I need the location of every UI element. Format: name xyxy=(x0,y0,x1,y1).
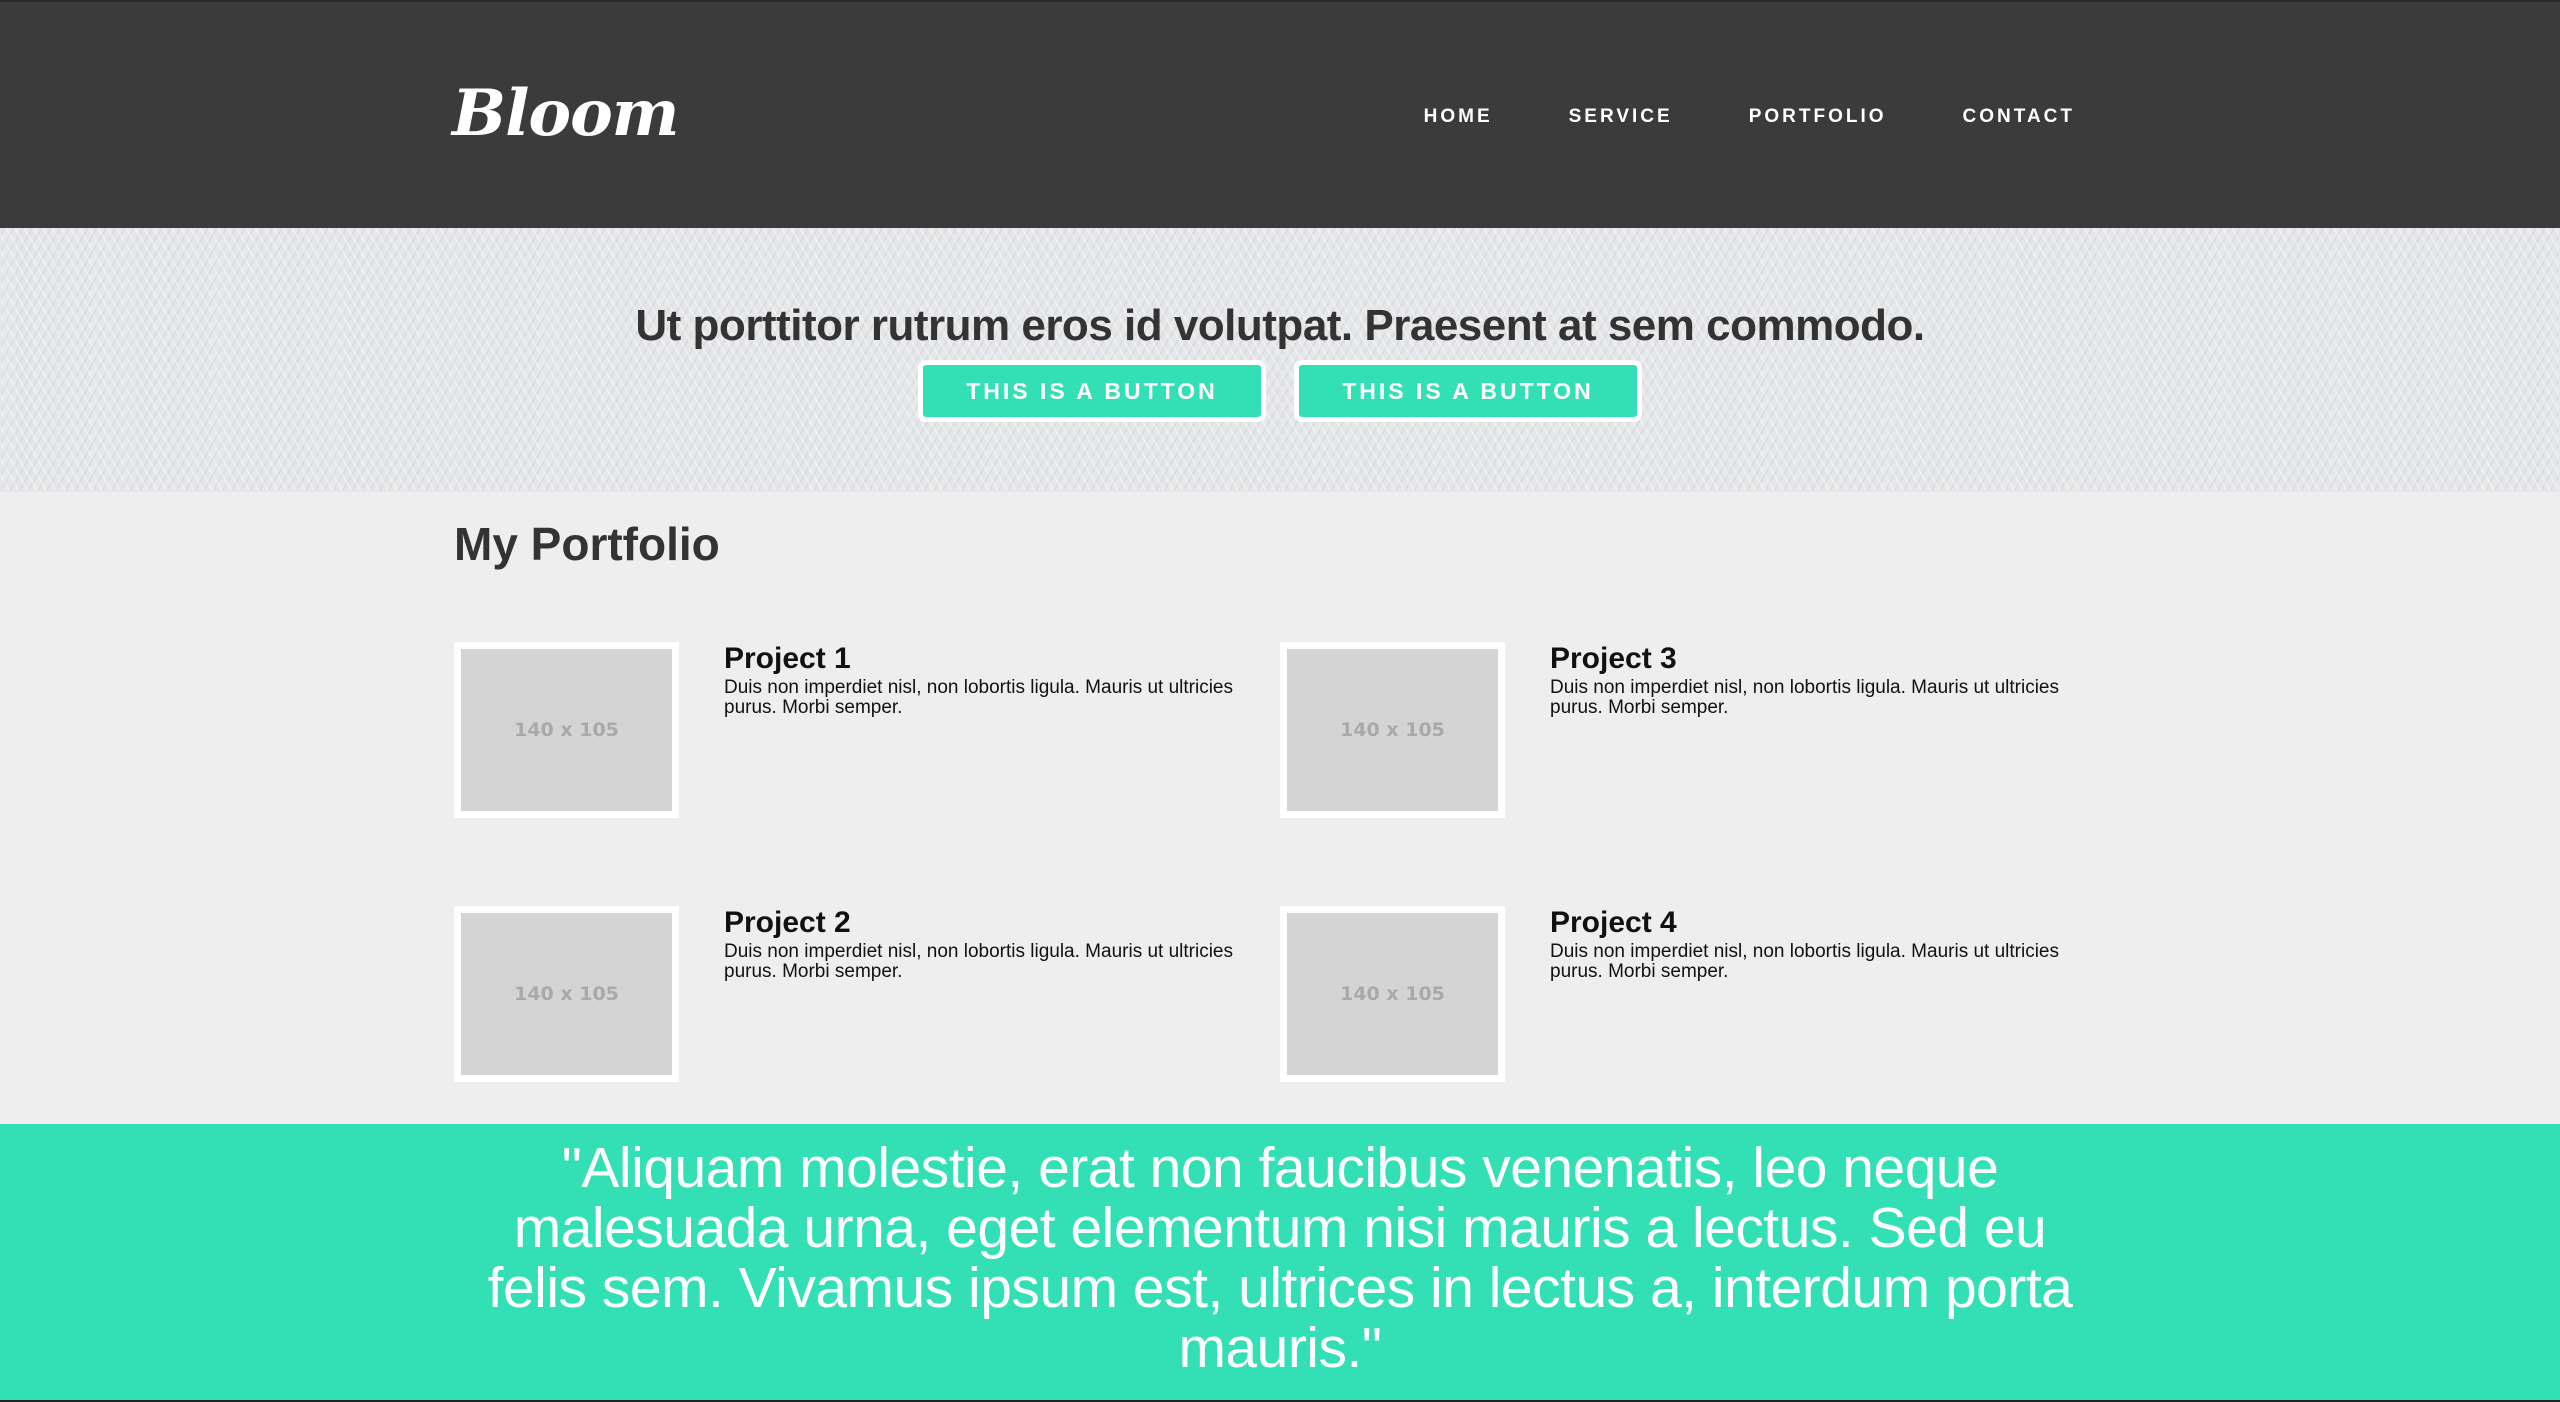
hero-button-secondary[interactable]: THIS IS A BUTTON xyxy=(1294,360,1642,422)
project-thumbnail[interactable]: 140 x 105 xyxy=(454,906,679,1082)
project-thumbnail[interactable]: 140 x 105 xyxy=(1280,642,1505,818)
portfolio-heading: My Portfolio xyxy=(454,518,720,570)
project-card-3[interactable]: 140 x 105 Project 3 Duis non imperdiet n… xyxy=(1280,642,2100,818)
hero-button-group: THIS IS A BUTTON THIS IS A BUTTON xyxy=(0,360,2560,422)
hero-section: Ut porttitor rutrum eros id volutpat. Pr… xyxy=(0,228,2560,492)
project-title[interactable]: Project 4 xyxy=(1550,906,1677,940)
project-thumbnail[interactable]: 140 x 105 xyxy=(1280,906,1505,1082)
nav-item-service[interactable]: SERVICE xyxy=(1569,102,1673,132)
project-description: Duis non imperdiet nisl, non lobortis li… xyxy=(724,677,1234,718)
project-title[interactable]: Project 1 xyxy=(724,642,851,676)
thumbnail-placeholder: 140 x 105 xyxy=(461,649,672,811)
project-thumbnail[interactable]: 140 x 105 xyxy=(454,642,679,818)
hero-button-primary[interactable]: THIS IS A BUTTON xyxy=(918,360,1266,422)
project-card-1[interactable]: 140 x 105 Project 1 Duis non imperdiet n… xyxy=(454,642,1274,818)
project-description: Duis non imperdiet nisl, non lobortis li… xyxy=(1550,941,2060,982)
project-card-2[interactable]: 140 x 105 Project 2 Duis non imperdiet n… xyxy=(454,906,1274,1082)
nav-item-contact[interactable]: CONTACT xyxy=(1963,102,2075,132)
testimonial-quote: "Aliquam molestie, erat non faucibus ven… xyxy=(487,1136,2073,1380)
site-header: Bloom HOME SERVICE PORTFOLIO CONTACT xyxy=(0,0,2560,228)
project-title[interactable]: Project 3 xyxy=(1550,642,1677,676)
thumbnail-placeholder: 140 x 105 xyxy=(1287,913,1498,1075)
page: Bloom HOME SERVICE PORTFOLIO CONTACT Ut … xyxy=(0,0,2560,1402)
hero-headline: Ut porttitor rutrum eros id volutpat. Pr… xyxy=(635,301,1925,350)
main-nav: HOME SERVICE PORTFOLIO CONTACT xyxy=(1424,102,2075,132)
testimonial-band: "Aliquam molestie, erat non faucibus ven… xyxy=(0,1124,2560,1402)
project-card-4[interactable]: 140 x 105 Project 4 Duis non imperdiet n… xyxy=(1280,906,2100,1082)
site-logo[interactable]: Bloom xyxy=(452,74,679,154)
project-description: Duis non imperdiet nisl, non lobortis li… xyxy=(724,941,1234,982)
project-title[interactable]: Project 2 xyxy=(724,906,851,940)
nav-item-home[interactable]: HOME xyxy=(1424,102,1493,132)
nav-item-portfolio[interactable]: PORTFOLIO xyxy=(1749,102,1887,132)
thumbnail-placeholder: 140 x 105 xyxy=(1287,649,1498,811)
project-description: Duis non imperdiet nisl, non lobortis li… xyxy=(1550,677,2060,718)
thumbnail-placeholder: 140 x 105 xyxy=(461,913,672,1075)
